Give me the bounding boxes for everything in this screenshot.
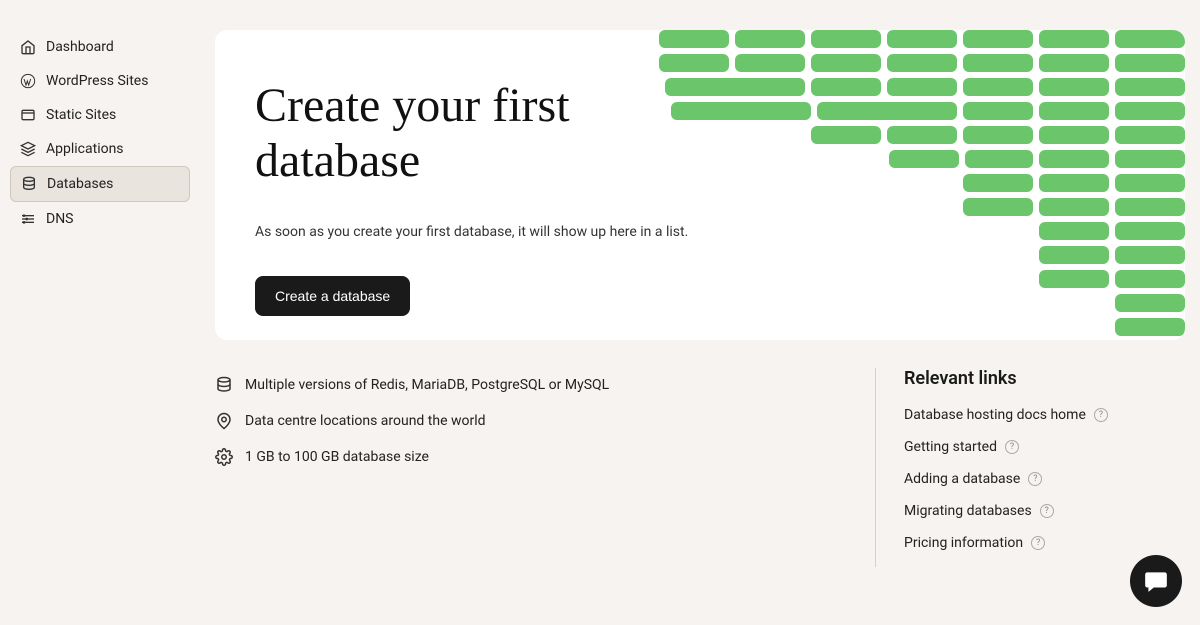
chat-widget-button[interactable] bbox=[1130, 555, 1182, 607]
layers-icon bbox=[20, 141, 36, 157]
links-title: Relevant links bbox=[904, 368, 1185, 389]
link-label: Adding a database bbox=[904, 471, 1020, 487]
feature-label: Data centre locations around the world bbox=[245, 413, 486, 429]
link-pricing[interactable]: Pricing information ? bbox=[904, 535, 1185, 551]
sidebar-item-label: Static Sites bbox=[46, 107, 116, 123]
help-icon: ? bbox=[1031, 536, 1045, 550]
help-icon: ? bbox=[1028, 472, 1042, 486]
feature-item: Multiple versions of Redis, MariaDB, Pos… bbox=[215, 376, 875, 394]
relevant-links: Relevant links Database hosting docs hom… bbox=[875, 368, 1185, 567]
link-label: Getting started bbox=[904, 439, 997, 455]
location-icon bbox=[215, 412, 233, 430]
gear-icon bbox=[215, 448, 233, 466]
sidebar-item-static-sites[interactable]: Static Sites bbox=[10, 98, 190, 132]
title-line-1: Create your first bbox=[255, 79, 570, 132]
sidebar-item-dashboard[interactable]: Dashboard bbox=[10, 30, 190, 64]
link-label: Migrating databases bbox=[904, 503, 1032, 519]
sidebar-item-label: Databases bbox=[47, 176, 113, 192]
link-label: Pricing information bbox=[904, 535, 1023, 551]
create-database-button[interactable]: Create a database bbox=[255, 276, 410, 316]
link-docs-home[interactable]: Database hosting docs home ? bbox=[904, 407, 1185, 423]
sidebar: Dashboard WordPress Sites Static Sites A… bbox=[0, 0, 200, 625]
feature-label: Multiple versions of Redis, MariaDB, Pos… bbox=[245, 377, 609, 393]
hero-subtitle: As soon as you create your first databas… bbox=[255, 224, 695, 240]
browser-icon bbox=[20, 107, 36, 123]
sidebar-item-dns[interactable]: DNS bbox=[10, 202, 190, 236]
help-icon: ? bbox=[1040, 504, 1054, 518]
help-icon: ? bbox=[1005, 440, 1019, 454]
sidebar-item-wordpress[interactable]: WordPress Sites bbox=[10, 64, 190, 98]
main-content: Create your first database As soon as yo… bbox=[200, 0, 1200, 625]
sidebar-item-applications[interactable]: Applications bbox=[10, 132, 190, 166]
wordpress-icon bbox=[20, 73, 36, 89]
sidebar-item-label: Applications bbox=[46, 141, 124, 157]
hero-card: Create your first database As soon as yo… bbox=[215, 30, 1185, 340]
link-adding-database[interactable]: Adding a database ? bbox=[904, 471, 1185, 487]
feature-label: 1 GB to 100 GB database size bbox=[245, 449, 429, 465]
chat-icon bbox=[1143, 568, 1169, 594]
dns-icon bbox=[20, 211, 36, 227]
sidebar-item-label: WordPress Sites bbox=[46, 73, 148, 89]
feature-item: 1 GB to 100 GB database size bbox=[215, 448, 875, 466]
sidebar-item-databases[interactable]: Databases bbox=[10, 166, 190, 202]
home-icon bbox=[20, 39, 36, 55]
database-icon bbox=[215, 376, 233, 394]
features-list: Multiple versions of Redis, MariaDB, Pos… bbox=[215, 368, 875, 567]
database-icon bbox=[21, 176, 37, 192]
feature-item: Data centre locations around the world bbox=[215, 412, 875, 430]
link-label: Database hosting docs home bbox=[904, 407, 1086, 423]
page-title: Create your first database bbox=[255, 78, 695, 188]
link-getting-started[interactable]: Getting started ? bbox=[904, 439, 1185, 455]
title-line-2: database bbox=[255, 134, 420, 187]
sidebar-item-label: Dashboard bbox=[46, 39, 114, 55]
help-icon: ? bbox=[1094, 408, 1108, 422]
link-migrating-databases[interactable]: Migrating databases ? bbox=[904, 503, 1185, 519]
sidebar-item-label: DNS bbox=[46, 211, 74, 227]
